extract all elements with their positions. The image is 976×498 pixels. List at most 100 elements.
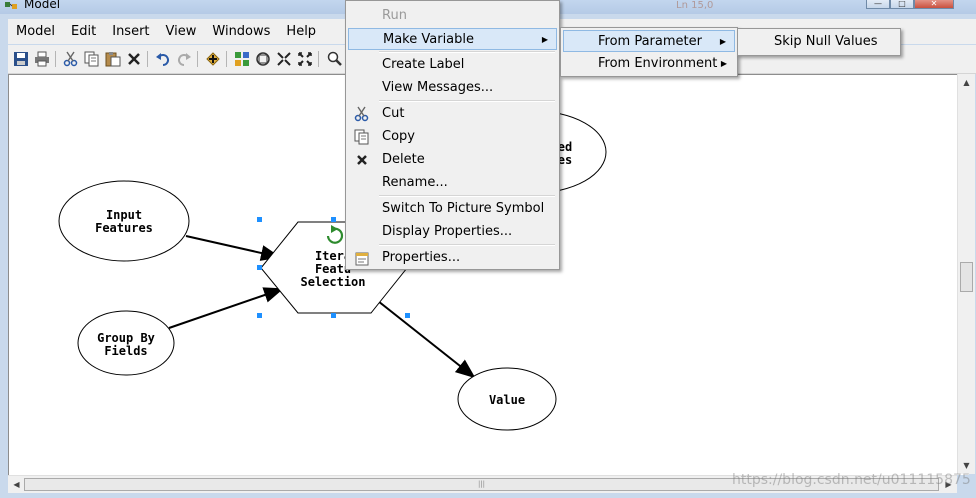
menu-help[interactable]: Help: [278, 19, 324, 44]
vertical-scroll-thumb[interactable]: [960, 262, 973, 292]
menu-item-label: From Parameter: [598, 34, 702, 49]
copy-icon: [354, 129, 369, 145]
paste-button[interactable]: [104, 50, 122, 68]
menu-item-display-properties[interactable]: Display Properties...: [348, 221, 557, 243]
scroll-left-arrow-icon[interactable]: ◀: [8, 476, 25, 493]
menu-item-label: Run: [382, 8, 407, 23]
menu-item-skip-null-values[interactable]: Skip Null Values: [740, 31, 898, 53]
menu-item-copy[interactable]: Copy: [348, 126, 557, 148]
minimize-icon: —: [874, 0, 882, 8]
menu-item-rename[interactable]: Rename...: [348, 172, 557, 194]
zoom-in-button[interactable]: [326, 50, 344, 68]
auto-layout-button[interactable]: [233, 50, 251, 68]
zoom-in-fixed-button[interactable]: [275, 50, 293, 68]
selection-handle[interactable]: [405, 313, 410, 318]
menu-windows[interactable]: Windows: [204, 19, 278, 44]
menu-item-label: Copy: [382, 129, 415, 144]
window-title: Model: [24, 0, 61, 11]
vertical-scrollbar[interactable]: ▲ ▼: [957, 74, 975, 474]
menu-item-make-variable[interactable]: Make Variable ▶: [348, 28, 557, 50]
node-input-features[interactable]: Input Features: [58, 180, 190, 262]
save-button[interactable]: [12, 50, 30, 68]
menu-item-label: Create Label: [382, 57, 465, 72]
menu-item-label: From Environment: [598, 56, 718, 71]
menu-item-label: Properties...: [382, 250, 461, 265]
node-label-line: Selection: [300, 275, 365, 289]
selection-handle[interactable]: [331, 217, 336, 222]
menu-item-delete[interactable]: Delete: [348, 149, 557, 171]
menu-item-label: Delete: [382, 152, 425, 167]
undo-button[interactable]: [154, 50, 172, 68]
properties-icon: [355, 252, 369, 266]
connector-groupby-to-iterate[interactable]: [168, 287, 284, 329]
toolbar-separator: [147, 51, 148, 67]
toolbar-separator: [197, 51, 198, 67]
menu-item-from-parameter[interactable]: From Parameter ▶: [563, 30, 735, 52]
node-value[interactable]: Value: [457, 367, 557, 431]
redo-icon: [178, 53, 191, 66]
close-icon: ✕: [930, 0, 938, 8]
node-label-line: Fields: [104, 344, 147, 358]
selection-handle[interactable]: [257, 217, 262, 222]
menu-item-from-environment[interactable]: From Environment ▶: [563, 53, 735, 75]
connector-iterate-to-value[interactable]: [377, 300, 476, 379]
cut-button[interactable]: [62, 50, 80, 68]
node-group-by-fields[interactable]: Group By Fields: [77, 310, 175, 376]
minimize-button[interactable]: —: [866, 0, 890, 9]
delete-button[interactable]: [125, 50, 143, 68]
context-menu: Run Make Variable ▶ Create Label View Me…: [345, 0, 560, 270]
menu-item-label: Make Variable: [383, 32, 475, 47]
menu-separator: [379, 195, 555, 197]
model-app-icon: [5, 2, 17, 9]
close-window-button[interactable]: ✕: [914, 0, 954, 9]
menu-item-run[interactable]: Run: [348, 5, 557, 27]
toolbar-separator: [318, 51, 319, 67]
menu-edit[interactable]: Edit: [63, 19, 104, 44]
menu-model[interactable]: Model: [8, 19, 63, 44]
menu-item-create-label[interactable]: Create Label: [348, 54, 557, 76]
full-extent-icon: [256, 52, 270, 66]
add-data-icon: [206, 52, 220, 66]
menu-item-view-messages[interactable]: View Messages...: [348, 77, 557, 99]
menu-item-label: Rename...: [382, 175, 448, 190]
auto-layout-icon: [235, 52, 249, 66]
save-icon: [14, 52, 28, 66]
selection-handle[interactable]: [331, 313, 336, 318]
menu-item-label: Display Properties...: [382, 224, 513, 239]
copy-button[interactable]: [83, 50, 101, 68]
maximize-icon: □: [898, 0, 906, 8]
undo-icon: [156, 53, 169, 66]
menu-item-label: Cut: [382, 106, 405, 121]
selection-handle[interactable]: [257, 313, 262, 318]
menu-view[interactable]: View: [158, 19, 205, 44]
zoom-in-arrows-icon: [277, 52, 291, 66]
zoom-out-arrows-icon: [298, 52, 312, 66]
scissors-icon: [354, 106, 369, 122]
redo-button[interactable]: [175, 50, 193, 68]
node-label-line: Input: [106, 208, 142, 222]
scroll-up-arrow-icon[interactable]: ▲: [958, 74, 975, 91]
full-extent-button[interactable]: [254, 50, 272, 68]
toolbar-separator: [55, 51, 56, 67]
menu-item-properties[interactable]: Properties...: [348, 247, 557, 269]
maximize-button[interactable]: □: [890, 0, 914, 9]
menu-item-label: View Messages...: [382, 80, 494, 95]
menu-insert[interactable]: Insert: [104, 19, 157, 44]
submenu-arrow-icon: ▶: [719, 37, 726, 46]
print-button[interactable]: [33, 50, 51, 68]
menu-item-switch-to-picture-symbol[interactable]: Switch To Picture Symbol: [348, 198, 557, 220]
menu-separator: [379, 244, 555, 246]
connector-input-to-iterate[interactable]: [185, 235, 281, 261]
toolbar-separator: [226, 51, 227, 67]
magnifier-icon: [327, 51, 342, 66]
submenu-from-parameter: Skip Null Values: [737, 28, 901, 56]
selection-handle[interactable]: [257, 265, 262, 270]
background-status-text: Ln 15,0: [676, 0, 714, 11]
node-label-line: Features: [95, 221, 153, 235]
print-icon: [35, 51, 49, 67]
menu-separator: [379, 51, 555, 53]
zoom-out-fixed-button[interactable]: [296, 50, 314, 68]
add-data-button[interactable]: [204, 50, 222, 68]
menu-item-cut[interactable]: Cut: [348, 103, 557, 125]
submenu-arrow-icon: ▶: [720, 59, 727, 68]
